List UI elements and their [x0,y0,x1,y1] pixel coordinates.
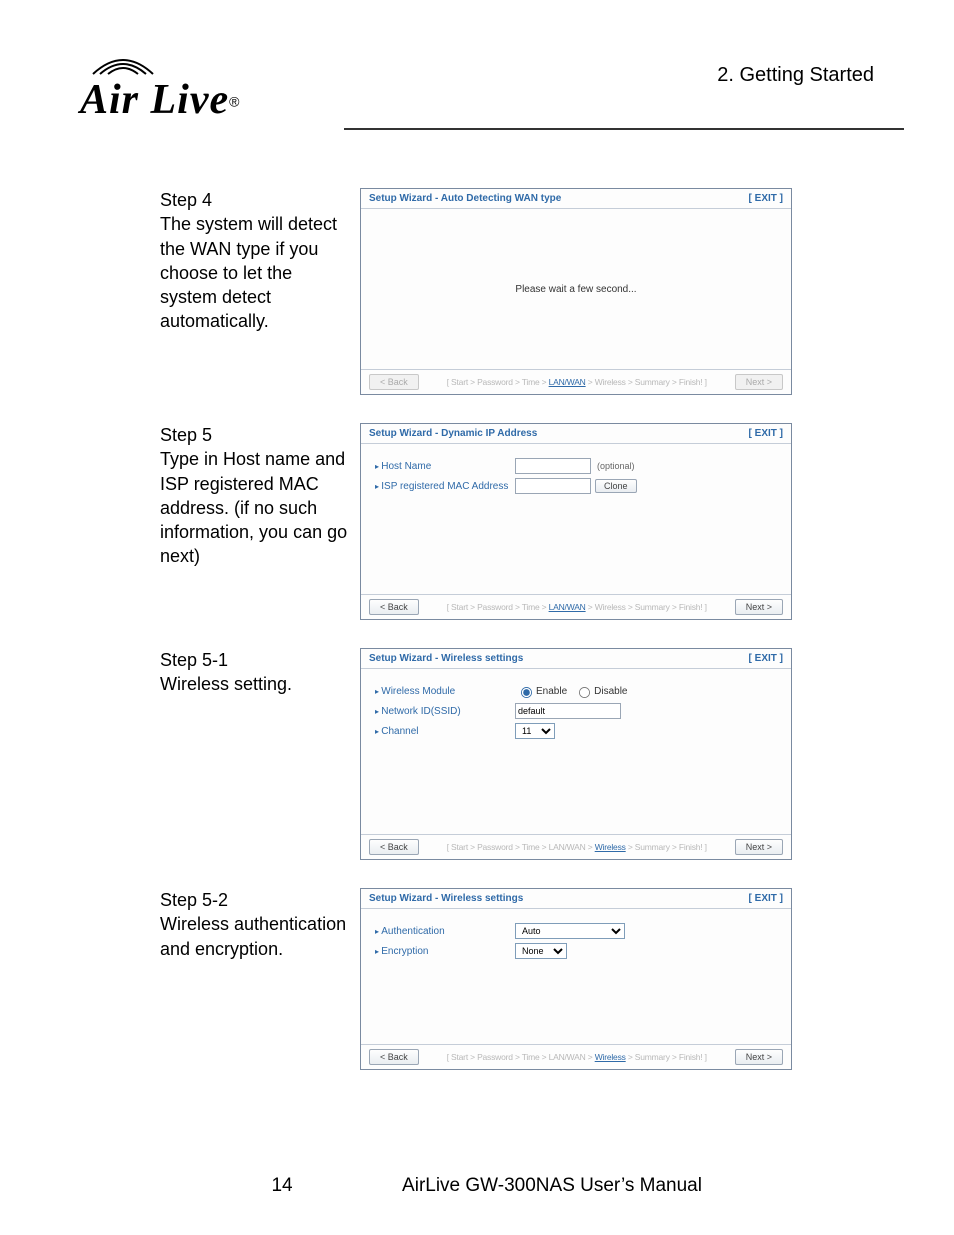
breadcrumb: [ Start > Password > Time > LAN/WAN > Wi… [447,1052,707,1062]
enable-radio[interactable] [521,687,532,698]
back-button: < Back [369,374,419,390]
next-button: Next > [735,374,783,390]
panel-title: Setup Wizard - Wireless settings [369,653,523,664]
mac-input[interactable] [515,478,591,494]
mac-label: ISP registered MAC Address [375,481,515,492]
breadcrumb: [ Start > Password > Time > LAN/WAN > Wi… [447,377,707,387]
logo-waves-icon [88,50,158,76]
step51-screenshot: Setup Wizard - Wireless settings [ EXIT … [360,648,792,860]
hostname-input[interactable] [515,458,591,474]
logo-registered: ® [229,94,239,110]
exit-link[interactable]: [ EXIT ] [749,193,783,204]
step51-body: Wireless setting. [160,674,292,694]
exit-link[interactable]: [ EXIT ] [749,428,783,439]
next-button[interactable]: Next > [735,839,783,855]
encryption-label: Encryption [375,946,515,957]
step52-screenshot: Setup Wizard - Wireless settings [ EXIT … [360,888,792,1070]
wait-message: Please wait a few second... [515,284,636,295]
wireless-module-label: Wireless Module [375,686,515,697]
step5-screenshot: Setup Wizard - Dynamic IP Address [ EXIT… [360,423,792,620]
chapter-title: 2. Getting Started [717,64,874,87]
back-button[interactable]: < Back [369,1049,419,1065]
breadcrumb: [ Start > Password > Time > LAN/WAN > Wi… [447,842,707,852]
auth-label: Authentication [375,926,515,937]
optional-text: (optional) [597,461,635,471]
exit-link[interactable]: [ EXIT ] [749,893,783,904]
ssid-label: Network ID(SSID) [375,706,515,717]
panel-title: Setup Wizard - Wireless settings [369,893,523,904]
next-button[interactable]: Next > [735,1049,783,1065]
step4-body: The system will detect the WAN type if y… [160,214,337,331]
panel-title: Setup Wizard - Auto Detecting WAN type [369,193,561,204]
logo-text: Air Live [80,77,229,123]
encryption-select[interactable]: None [515,943,567,959]
breadcrumb: [ Start > Password > Time > LAN/WAN > Wi… [447,602,707,612]
auth-select[interactable]: Auto [515,923,625,939]
page-number: 14 [252,1175,312,1197]
hostname-label: Host Name [375,461,515,472]
manual-title: AirLive GW-300NAS User’s Manual [402,1175,702,1197]
step5-title: Step 5 [160,425,212,445]
step52-body: Wireless authentication and encryption. [160,914,346,958]
step51-title: Step 5-1 [160,650,228,670]
panel-title: Setup Wizard - Dynamic IP Address [369,428,537,439]
step5-body: Type in Host name and ISP registered MAC… [160,449,347,566]
header-divider [344,128,904,130]
step52-title: Step 5-2 [160,890,228,910]
disable-radio[interactable] [579,687,590,698]
enable-text: Enable [536,686,567,697]
disable-text: Disable [594,686,627,697]
step4-screenshot: Setup Wizard - Auto Detecting WAN type [… [360,188,792,395]
back-button[interactable]: < Back [369,599,419,615]
step4-title: Step 4 [160,190,212,210]
clone-button[interactable]: Clone [595,479,637,493]
next-button[interactable]: Next > [735,599,783,615]
channel-select[interactable]: 11 [515,723,555,739]
ssid-input[interactable] [515,703,621,719]
exit-link[interactable]: [ EXIT ] [749,653,783,664]
brand-logo: Air Live® [80,50,239,124]
channel-label: Channel [375,726,515,737]
back-button[interactable]: < Back [369,839,419,855]
